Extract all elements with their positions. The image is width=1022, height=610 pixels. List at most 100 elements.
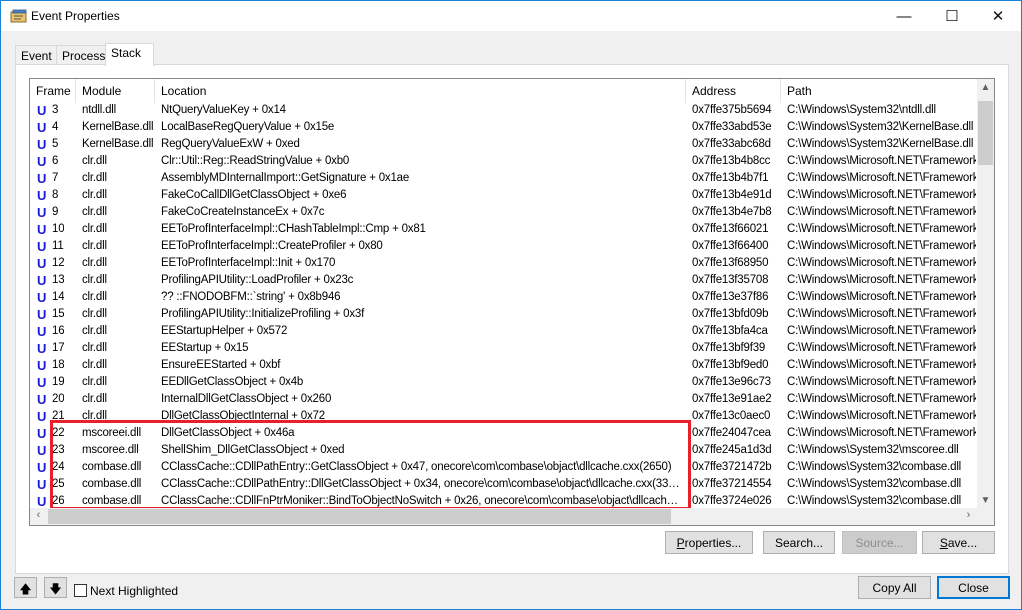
address: 0x7ffe24047cea xyxy=(692,427,771,439)
stack-frame-row[interactable]: U 13 clr.dll ProfilingAPIUtility::LoadProfi… xyxy=(30,273,976,290)
user-mode-frame-icon: U xyxy=(37,239,47,254)
frame-number: 9 xyxy=(52,206,59,218)
save-button[interactable]: Save... xyxy=(922,531,995,554)
copy-all-button[interactable]: Copy All xyxy=(858,576,931,599)
column-header-path[interactable]: Path xyxy=(781,79,976,103)
location: EEDllGetClassObject + 0x4b xyxy=(161,376,304,388)
horizontal-scrollbar[interactable]: ‹ › xyxy=(30,508,977,525)
close-button[interactable]: Close xyxy=(937,576,1010,599)
stack-frame-row[interactable]: U 10 clr.dll EEToProfInterfaceImpl::CHashTa… xyxy=(30,222,976,239)
maximize-button[interactable]: ☐ xyxy=(929,1,975,31)
window-title: Event Properties xyxy=(31,9,120,23)
path: C:\Windows\Microsoft.NET\Framework6 xyxy=(787,155,976,167)
stack-frame-row[interactable]: U 15 clr.dll ProfilingAPIUtility::Initializ… xyxy=(30,307,976,324)
address: 0x7ffe13bfa4ca xyxy=(692,325,768,337)
frame-number: 4 xyxy=(52,121,59,133)
location: EEToProfInterfaceImpl::CreateProfiler + … xyxy=(161,240,383,252)
location: DllGetClassObject + 0x46a xyxy=(161,427,295,439)
frame-number: 13 xyxy=(52,274,65,286)
address: 0x7ffe13e37f86 xyxy=(692,291,769,303)
next-highlighted-checkbox[interactable] xyxy=(74,584,87,597)
path: C:\Windows\System32\ntdll.dll xyxy=(787,104,936,116)
stack-frame-row[interactable]: U 6 clr.dll Clr::Util::Reg::ReadStringValue… xyxy=(30,154,976,171)
stack-frame-row[interactable]: U 25 combase.dll CClassCache::CDllPathEntry… xyxy=(30,477,976,494)
stack-frame-row[interactable]: U 18 clr.dll EnsureEEStarted + 0xbf 0x7ffe13… xyxy=(30,358,976,375)
stack-list[interactable]: Frame Module Location Address Path U 3 ntd… xyxy=(29,78,995,526)
frame-number: 12 xyxy=(52,257,65,269)
stack-frame-row[interactable]: U 5 KernelBase.dll RegQueryValueExW + 0xed 0… xyxy=(30,137,976,154)
stack-frame-row[interactable]: U 23 mscoree.dll ShellShim_DllGetClassObjec… xyxy=(30,443,976,460)
user-mode-frame-icon: U xyxy=(37,426,47,441)
path: C:\Windows\Microsoft.NET\Framework6 xyxy=(787,342,976,354)
module-name: KernelBase.dll xyxy=(82,121,154,133)
user-mode-frame-icon: U xyxy=(37,256,47,271)
stack-frame-row[interactable]: U 4 KernelBase.dll LocalBaseRegQueryValue +… xyxy=(30,120,976,137)
module-name: clr.dll xyxy=(82,342,107,354)
path: C:\Windows\Microsoft.NET\Framework6 xyxy=(787,257,976,269)
module-name: clr.dll xyxy=(82,155,107,167)
tab-event[interactable]: Event xyxy=(15,45,57,66)
address: 0x7ffe13b4e7b8 xyxy=(692,206,772,218)
next-highlighted-button[interactable]: 🡇 xyxy=(44,577,67,598)
vertical-scrollbar[interactable]: ▲ ▼ xyxy=(977,79,994,510)
address: 0x7ffe33abd53e xyxy=(692,121,772,133)
stack-frame-row[interactable]: U 24 combase.dll CClassCache::CDllPathEntry… xyxy=(30,460,976,477)
address: 0x7ffe13f68950 xyxy=(692,257,769,269)
tab-stack[interactable]: Stack xyxy=(105,43,154,66)
stack-frame-row[interactable]: U 9 clr.dll FakeCoCreateInstanceEx + 0x7c 0x… xyxy=(30,205,976,222)
location: CClassCache::CDllPathEntry::DllGetClassO… xyxy=(161,478,683,490)
location: InternalDllGetClassObject + 0x260 xyxy=(161,393,332,405)
event-properties-icon xyxy=(10,9,27,23)
path: C:\Windows\Microsoft.NET\Framework6 xyxy=(787,359,976,371)
stack-frame-row[interactable]: U 14 clr.dll ?? ::FNODOBFM::`string' + 0x8… xyxy=(30,290,976,307)
location: LocalBaseRegQueryValue + 0x15e xyxy=(161,121,335,133)
source-button[interactable]: Source... xyxy=(842,531,917,554)
stack-frame-row[interactable]: U 22 mscoreei.dll DllGetClassObject + 0x46a… xyxy=(30,426,976,443)
stack-frame-row[interactable]: U 7 clr.dll AssemblyMDInternalImport::GetSi… xyxy=(30,171,976,188)
path: C:\Windows\System32\combase.dll xyxy=(787,495,962,507)
properties-button[interactable]: Properties... xyxy=(665,531,753,554)
module-name: clr.dll xyxy=(82,325,107,337)
stack-frame-row[interactable]: U 17 clr.dll EEStartup + 0x15 0x7ffe13bf9f39… xyxy=(30,341,976,358)
stack-frame-row[interactable]: U 19 clr.dll EEDllGetClassObject + 0x4b 0x7f… xyxy=(30,375,976,392)
path: C:\Windows\Microsoft.NET\Framework6 xyxy=(787,291,976,303)
path: C:\Windows\Microsoft.NET\Framework6 xyxy=(787,427,976,439)
address: 0x7ffe13f66021 xyxy=(692,223,769,235)
search-button[interactable]: Search... xyxy=(763,531,835,554)
horizontal-scroll-thumb[interactable] xyxy=(48,509,671,524)
stack-frame-row[interactable]: U 16 clr.dll EEStartupHelper + 0x572 0x7ffe1… xyxy=(30,324,976,341)
user-mode-frame-icon: U xyxy=(37,137,47,152)
scroll-left-icon[interactable]: ‹ xyxy=(30,508,47,525)
next-highlighted-label[interactable]: Next Highlighted xyxy=(90,584,178,598)
stack-frame-row[interactable]: U 21 clr.dll DllGetClassObjectInternal + 0x… xyxy=(30,409,976,426)
stack-frame-row[interactable]: U 11 clr.dll EEToProfInterfaceImpl::CreateP… xyxy=(30,239,976,256)
location: EEToProfInterfaceImpl::Init + 0x170 xyxy=(161,257,336,269)
stack-frame-row[interactable]: U 20 clr.dll InternalDllGetClassObject + 0x… xyxy=(30,392,976,409)
path: C:\Windows\Microsoft.NET\Framework6 xyxy=(787,308,976,320)
frame-number: 18 xyxy=(52,359,65,371)
user-mode-frame-icon: U xyxy=(37,103,47,118)
module-name: clr.dll xyxy=(82,172,107,184)
minimize-button[interactable]: — xyxy=(881,1,927,31)
stack-frame-row[interactable]: U 3 ntdll.dll NtQueryValueKey + 0x14 0x7ffe3… xyxy=(30,103,976,120)
event-properties-window: Event Properties — ☐ ✕ Event Process Sta… xyxy=(0,0,1022,610)
stack-frame-row[interactable]: U 12 clr.dll EEToProfInterfaceImpl::Init + … xyxy=(30,256,976,273)
path: C:\Windows\Microsoft.NET\Framework6 xyxy=(787,376,976,388)
user-mode-frame-icon: U xyxy=(37,443,47,458)
column-header-frame[interactable]: Frame xyxy=(30,79,76,103)
properties-accelerator: P xyxy=(676,536,685,550)
location: EEToProfInterfaceImpl::CHashTableImpl::C… xyxy=(161,223,426,235)
close-window-button[interactable]: ✕ xyxy=(975,1,1021,31)
vertical-scroll-thumb[interactable] xyxy=(978,101,993,165)
tab-process[interactable]: Process xyxy=(56,45,106,66)
location: ShellShim_DllGetClassObject + 0xed xyxy=(161,444,345,456)
scroll-up-icon[interactable]: ▲ xyxy=(977,79,994,96)
scroll-right-icon[interactable]: › xyxy=(960,508,977,525)
previous-highlighted-button[interactable]: 🡅 xyxy=(14,577,37,598)
column-header-location[interactable]: Location xyxy=(155,79,686,103)
frame-number: 26 xyxy=(52,495,65,507)
address: 0x7ffe13bfd09b xyxy=(692,308,769,320)
column-header-address[interactable]: Address xyxy=(686,79,781,103)
stack-frame-row[interactable]: U 8 clr.dll FakeCoCallDllGetClassObject + 0… xyxy=(30,188,976,205)
column-header-module[interactable]: Module xyxy=(76,79,155,103)
